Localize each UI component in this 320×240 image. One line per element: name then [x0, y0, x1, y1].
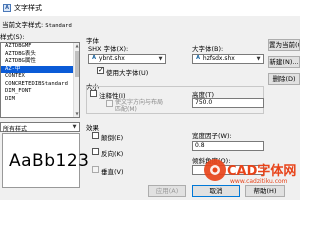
preview-box: AaBb123 — [2, 133, 89, 188]
chevron-down-icon: ▼ — [256, 56, 261, 62]
styles-label: 样式(S): — [0, 33, 25, 41]
title-bar: A 文字样式 — [0, 0, 300, 16]
width-factor-label: 宽度因子(W): — [192, 132, 232, 140]
upside-down-checkbox[interactable] — [92, 132, 99, 139]
backwards-label: 反向(K) — [101, 150, 124, 158]
window-title: 文字样式 — [14, 4, 42, 12]
shx-font-label: SHX 字体(X): — [88, 45, 129, 53]
style-filter-value: 所有样式 — [3, 126, 28, 133]
scroll-up-icon[interactable]: ▲ — [74, 43, 79, 49]
match-layout-checkbox — [106, 100, 113, 107]
height-input[interactable]: 750.0 — [192, 98, 264, 108]
vertical-label: 垂直(V) — [101, 168, 124, 176]
style-items: AZTDBGMF AZTDBG表头 AZTDBG属性 AZ-中 CONTEX CONCRE… — [1, 43, 79, 103]
style-list[interactable]: AZTDBGMF AZTDBG表头 AZTDBG属性 AZ-中 CONTEX CONCRE… — [0, 42, 80, 118]
scroll-down-icon[interactable]: ▼ — [74, 111, 79, 117]
upside-down-label: 颠倒(E) — [101, 134, 124, 142]
style-list-item[interactable]: CONCRETEDIBStandard — [1, 81, 79, 89]
chevron-down-icon: ▼ — [72, 124, 77, 130]
backwards-checkbox[interactable] — [92, 148, 99, 155]
preview-text: AaBb123 — [9, 151, 90, 171]
shx-font-value: ybnt.shx — [98, 55, 125, 62]
style-list-item[interactable]: DIM_FONT — [1, 88, 79, 96]
effects-group-label: 效果 — [86, 124, 99, 132]
app-icon: A — [3, 4, 11, 12]
watermark-brand: CAD字体网 — [227, 164, 297, 179]
big-font-icon: A — [196, 55, 200, 61]
shx-font-select[interactable]: A ybnt.shx ▼ — [88, 54, 166, 64]
big-font-value: hzfsdx.shx — [202, 55, 235, 62]
apply-button[interactable]: 应用(A) — [148, 185, 186, 197]
use-big-font-label: 使用大字体(U) — [106, 69, 149, 77]
annotative-checkbox[interactable] — [90, 90, 97, 97]
delete-style-button[interactable]: 删除(D) — [268, 73, 300, 85]
shx-font-icon: A — [92, 55, 96, 61]
style-list-scrollbar[interactable]: ▲ ▼ — [73, 43, 79, 117]
current-style-value: Standard — [45, 23, 72, 29]
use-big-font-checkbox[interactable] — [97, 66, 104, 74]
match-layout-label: 使文字方向与布局匹配(M) — [115, 99, 164, 113]
style-list-item[interactable]: AZ-中 — [1, 65, 79, 73]
watermark-logo: CAD字体网 www.cadzitiku.com — [202, 153, 300, 200]
big-font-label: 大字体(B): — [192, 45, 224, 53]
style-list-item[interactable]: AZTDBG表头 — [1, 51, 79, 59]
style-list-item[interactable]: CONTEX — [1, 73, 79, 81]
style-filter-select[interactable]: 所有样式 ▼ — [0, 122, 80, 133]
scroll-thumb[interactable] — [75, 51, 79, 77]
style-list-item[interactable]: DIM — [1, 96, 79, 104]
style-list-item[interactable]: AZTDBGMF — [1, 43, 79, 51]
new-style-button[interactable]: 新建(N)... — [268, 56, 300, 68]
big-font-select[interactable]: A hzfsdx.shx ▼ — [192, 54, 264, 64]
chevron-down-icon: ▼ — [158, 56, 163, 62]
watermark-url: www.cadzitiku.com — [230, 178, 288, 185]
current-style-label: 当前文字样式: Standard — [2, 19, 72, 29]
current-style-caption: 当前文字样式: — [2, 21, 44, 29]
set-current-button[interactable]: 置为当前(C) — [268, 39, 300, 51]
vertical-checkbox — [92, 166, 99, 173]
style-list-item[interactable]: AZTDBG属性 — [1, 58, 79, 66]
width-factor-input[interactable]: 0.8 — [192, 141, 264, 151]
text-style-dialog: A 文字样式 当前文字样式: Standard 样式(S): AZTDBGMF A… — [0, 0, 300, 200]
